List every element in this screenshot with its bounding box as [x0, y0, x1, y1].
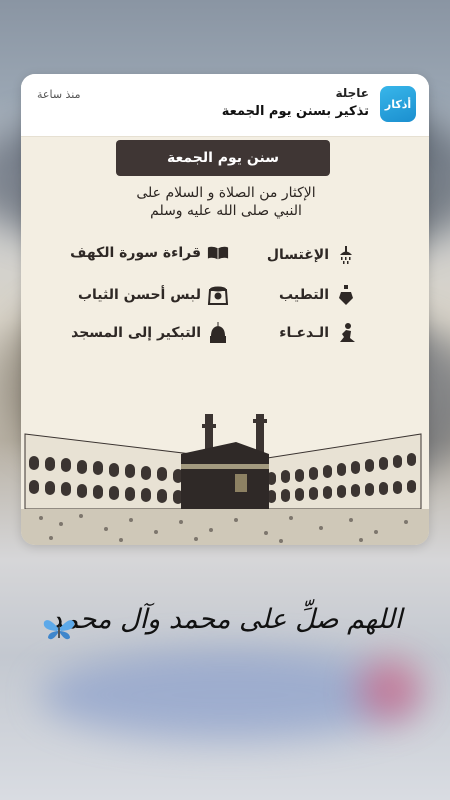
app-icon: أذكار [380, 86, 416, 122]
perfume-bottle-icon [335, 284, 357, 306]
sunnah-label: الإغتسال [266, 247, 329, 263]
notification-title: تذكير بسنن يوم الجمعة [221, 104, 369, 119]
app-name: عاجلة [335, 86, 369, 100]
intro-line-2: النبي صلى الله عليه وسلم [150, 203, 302, 219]
sunnah-label: التطيب [279, 287, 329, 303]
intro-line-1: الإكثار من الصلاة و السلام على [136, 185, 316, 201]
sunnah-early-mosque: التبكير إلى المسجد [71, 322, 229, 344]
mosque-icon [207, 322, 229, 344]
butterfly-icon [42, 616, 76, 646]
quran-book-icon [207, 242, 229, 264]
banner-title: سنن يوم الجمعة [116, 140, 330, 176]
sunnah-label: الـدعـاء [279, 325, 329, 341]
notification-time: منذ ساعة [37, 88, 81, 101]
notification-card[interactable]: أذكار عاجلة تذكير بسنن يوم الجمعة منذ سا… [21, 74, 429, 545]
sunnah-kahf: قراءة سورة الكهف [70, 242, 229, 264]
headdress-icon [207, 284, 229, 306]
sunnah-clothes: لبس أحسن الثياب [78, 284, 229, 306]
dua-caption: اللهم صلِّ على محمد وآل محمد [49, 604, 403, 635]
sunnah-label: قراءة سورة الكهف [70, 245, 201, 261]
sunnah-label: لبس أحسن الثياب [77, 287, 201, 303]
sunnah-dua: الـدعـاء [279, 322, 357, 344]
sunnah-label: التبكير إلى المسجد [71, 325, 201, 341]
praying-person-icon [335, 322, 357, 344]
shower-icon [335, 244, 357, 266]
sunnah-ghusl: الإغتسال [267, 244, 357, 266]
notification-header[interactable]: أذكار عاجلة تذكير بسنن يوم الجمعة منذ سا… [21, 74, 429, 137]
kaaba-illustration [21, 414, 429, 545]
sunnah-perfume: التطيب [279, 284, 357, 306]
